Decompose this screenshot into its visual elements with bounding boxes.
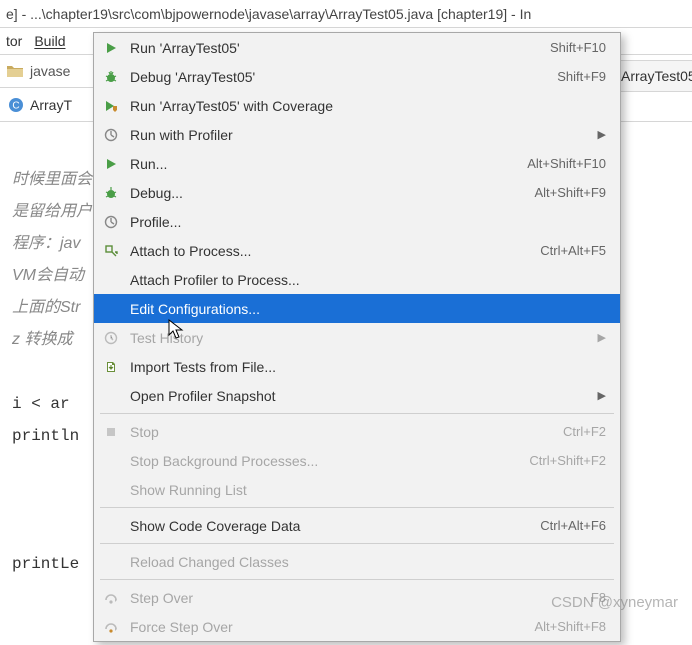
right-tab-label: ArrayTest05 [621, 68, 692, 84]
import-icon [102, 358, 120, 376]
menu-test-history: Test History ▶ [94, 323, 620, 352]
stop-icon [102, 423, 120, 441]
menu-run-named[interactable]: Run 'ArrayTest05' Shift+F10 [94, 33, 620, 62]
play-icon [102, 155, 120, 173]
menu-show-coverage[interactable]: Show Code Coverage Data Ctrl+Alt+F6 [94, 511, 620, 540]
menu-reload-classes: Reload Changed Classes [94, 547, 620, 576]
menu-separator [100, 579, 614, 580]
menu-separator [100, 507, 614, 508]
menu-stop-bg: Stop Background Processes... Ctrl+Shift+… [94, 446, 620, 475]
submenu-arrow-icon: ▶ [598, 331, 606, 344]
folder-icon [6, 64, 24, 78]
run-context-menu[interactable]: Run 'ArrayTest05' Shift+F10 Debug 'Array… [93, 32, 621, 642]
window-title: e] - ...\chapter19\src\com\bjpowernode\j… [6, 6, 531, 22]
menu-open-profiler-snapshot[interactable]: Open Profiler Snapshot ▶ [94, 381, 620, 410]
breadcrumb-item[interactable]: javase [30, 63, 70, 79]
force-step-over-icon [102, 618, 120, 636]
window-title-bar: e] - ...\chapter19\src\com\bjpowernode\j… [0, 0, 692, 28]
step-over-icon [102, 589, 120, 607]
menu-run[interactable]: Run... Alt+Shift+F10 [94, 149, 620, 178]
profiler-icon [102, 126, 120, 144]
bug-icon [102, 184, 120, 202]
menu-debug[interactable]: Debug... Alt+Shift+F9 [94, 178, 620, 207]
attach-icon [102, 242, 120, 260]
editor-tab-active[interactable]: ArrayT [30, 97, 72, 113]
play-shield-icon [102, 97, 120, 115]
menu-attach-process[interactable]: Attach to Process... Ctrl+Alt+F5 [94, 236, 620, 265]
class-file-icon: C [8, 97, 24, 113]
menu-run-coverage[interactable]: Run 'ArrayTest05' with Coverage [94, 91, 620, 120]
right-side-tab[interactable]: ArrayTest05 [614, 60, 692, 92]
profiler-icon [102, 213, 120, 231]
menu-refactor[interactable]: tor [6, 33, 22, 49]
menu-edit-configurations[interactable]: Edit Configurations... [94, 294, 620, 323]
watermark: CSDN @xyneymar [551, 594, 678, 611]
history-icon [102, 329, 120, 347]
menu-force-step-over: Force Step Over Alt+Shift+F8 [94, 612, 620, 641]
submenu-arrow-icon: ▶ [598, 128, 606, 141]
menu-step-over: Step Over F8 [94, 583, 620, 612]
menu-separator [100, 413, 614, 414]
menu-build[interactable]: Build [34, 33, 65, 49]
menu-stop: Stop Ctrl+F2 [94, 417, 620, 446]
menu-debug-named[interactable]: Debug 'ArrayTest05' Shift+F9 [94, 62, 620, 91]
menu-separator [100, 543, 614, 544]
menu-profile[interactable]: Profile... [94, 207, 620, 236]
menu-attach-profiler[interactable]: Attach Profiler to Process... [94, 265, 620, 294]
menu-show-running: Show Running List [94, 475, 620, 504]
bug-icon [102, 68, 120, 86]
menu-run-profiler[interactable]: Run with Profiler ▶ [94, 120, 620, 149]
submenu-arrow-icon: ▶ [598, 389, 606, 402]
play-icon [102, 39, 120, 57]
menu-import-tests[interactable]: Import Tests from File... [94, 352, 620, 381]
svg-text:C: C [12, 100, 19, 111]
